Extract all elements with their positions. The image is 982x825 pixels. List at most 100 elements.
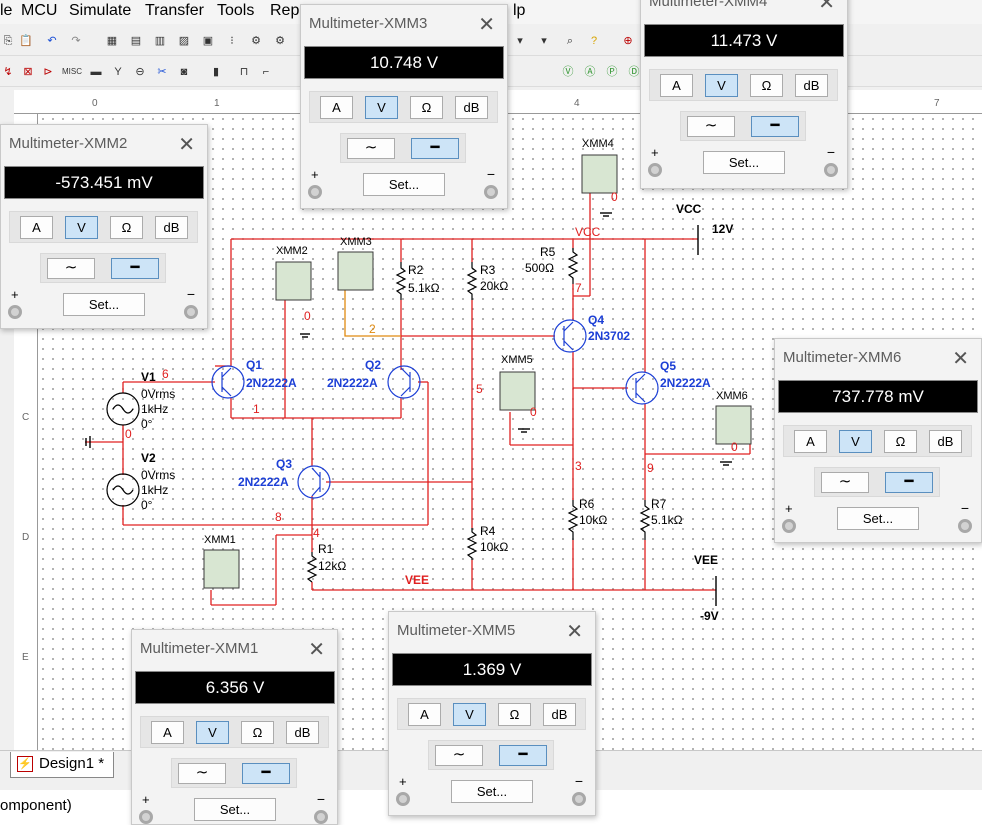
multimeter-window-xmm6: Multimeter-XMM6 ✕ 737.778 mV A V Ω dB ∼ … xyxy=(774,338,982,543)
label-xmm6: XMM6 xyxy=(716,390,748,402)
terminal-minus[interactable] xyxy=(184,305,198,319)
label-v1-a: 0Vrms xyxy=(141,387,175,401)
db-button[interactable]: dB xyxy=(155,216,188,239)
ac-wave-icon[interactable]: ∼ xyxy=(821,472,869,493)
design-tab[interactable]: ⚡ Design1 * xyxy=(10,752,114,778)
ohmmeter-button[interactable]: Ω xyxy=(110,216,143,239)
ammeter-button[interactable]: A xyxy=(660,74,693,97)
set-button[interactable]: Set... xyxy=(837,507,919,530)
voltmeter-button[interactable]: V xyxy=(705,74,738,97)
meter-display: 11.473 V xyxy=(644,24,844,57)
net-0-xmm6: 0 xyxy=(731,440,738,454)
label-q1-model: 2N2222A xyxy=(246,376,297,390)
mode-button-group: A V Ω dB xyxy=(783,425,972,457)
signal-mode-group: ∼ ━ xyxy=(171,758,297,788)
terminal-plus[interactable] xyxy=(139,810,153,824)
design-icon: ⚡ xyxy=(17,756,33,772)
ammeter-button[interactable]: A xyxy=(320,96,353,119)
ohmmeter-button[interactable]: Ω xyxy=(884,430,917,453)
label-r1: R1 xyxy=(318,542,334,556)
net-7: 7 xyxy=(575,281,582,295)
label-r5: R5 xyxy=(540,245,556,259)
db-button[interactable]: dB xyxy=(286,721,319,744)
ammeter-button[interactable]: A xyxy=(151,721,184,744)
ac-wave-icon[interactable]: ∼ xyxy=(687,116,735,137)
terminal-minus[interactable] xyxy=(824,163,838,177)
close-icon[interactable]: ✕ xyxy=(308,637,325,662)
voltmeter-button[interactable]: V xyxy=(65,216,98,239)
set-button[interactable]: Set... xyxy=(451,780,533,803)
net-vee: VEE xyxy=(405,573,429,587)
window-title: Multimeter-XMM4 xyxy=(649,0,768,10)
minus-terminal-icon: − xyxy=(316,791,325,807)
ac-wave-icon[interactable]: ∼ xyxy=(347,138,395,159)
label-r3-val: 20kΩ xyxy=(480,279,508,293)
ammeter-button[interactable]: A xyxy=(20,216,53,239)
label-q2: Q2 xyxy=(365,358,381,372)
db-button[interactable]: dB xyxy=(795,74,828,97)
net-6: 6 xyxy=(162,367,169,381)
label-v1-c: 0° xyxy=(141,417,153,431)
ac-wave-icon[interactable]: ∼ xyxy=(178,763,226,784)
terminal-minus[interactable] xyxy=(484,185,498,199)
close-icon[interactable]: ✕ xyxy=(566,619,583,644)
label-xmm2: XMM2 xyxy=(276,245,308,257)
dc-line-icon[interactable]: ━ xyxy=(499,745,547,766)
label-v2-b: 1kHz xyxy=(141,483,168,497)
ohmmeter-button[interactable]: Ω xyxy=(498,703,531,726)
label-v1: V1 xyxy=(141,370,156,384)
ohmmeter-button[interactable]: Ω xyxy=(241,721,274,744)
signal-mode-group: ∼ ━ xyxy=(428,740,554,770)
dc-line-icon[interactable]: ━ xyxy=(111,258,159,279)
voltmeter-button[interactable]: V xyxy=(839,430,872,453)
net-0-xmm5: 0 xyxy=(530,405,537,419)
dc-line-icon[interactable]: ━ xyxy=(411,138,459,159)
db-button[interactable]: dB xyxy=(455,96,488,119)
net-4: 4 xyxy=(313,526,320,540)
plus-terminal-icon: + xyxy=(311,167,319,182)
terminal-plus[interactable] xyxy=(8,305,22,319)
net-0-source: 0 xyxy=(125,427,132,441)
terminal-minus[interactable] xyxy=(572,792,586,806)
set-button[interactable]: Set... xyxy=(703,151,785,174)
net-vcc: VCC xyxy=(575,225,601,239)
close-icon[interactable]: ✕ xyxy=(952,346,969,371)
multimeter-window-xmm4: Multimeter-XMM4 ✕ 11.473 V A V Ω dB ∼ ━ … xyxy=(640,0,848,189)
minus-terminal-icon: − xyxy=(826,144,835,160)
ammeter-button[interactable]: A xyxy=(794,430,827,453)
ac-wave-icon[interactable]: ∼ xyxy=(47,258,95,279)
label-r7-val: 5.1kΩ xyxy=(651,513,683,527)
ohmmeter-button[interactable]: Ω xyxy=(410,96,443,119)
db-button[interactable]: dB xyxy=(929,430,962,453)
terminal-plus[interactable] xyxy=(648,163,662,177)
ohmmeter-button[interactable]: Ω xyxy=(750,74,783,97)
dc-line-icon[interactable]: ━ xyxy=(242,763,290,784)
voltmeter-button[interactable]: V xyxy=(365,96,398,119)
dc-line-icon[interactable]: ━ xyxy=(751,116,799,137)
close-icon[interactable]: ✕ xyxy=(478,12,495,37)
meter-display: -573.451 mV xyxy=(4,166,204,199)
terminal-plus[interactable] xyxy=(308,185,322,199)
terminal-minus[interactable] xyxy=(314,810,328,824)
close-icon[interactable]: ✕ xyxy=(178,132,195,157)
ac-wave-icon[interactable]: ∼ xyxy=(435,745,483,766)
label-q3: Q3 xyxy=(276,457,292,471)
label-r3: R3 xyxy=(480,263,496,277)
plus-terminal-icon: + xyxy=(399,774,407,789)
ammeter-button[interactable]: A xyxy=(408,703,441,726)
label-vee: VEE xyxy=(694,553,718,567)
terminal-plus[interactable] xyxy=(782,519,796,533)
label-q4-model: 2N3702 xyxy=(588,329,630,343)
dc-line-icon[interactable]: ━ xyxy=(885,472,933,493)
terminal-plus[interactable] xyxy=(396,792,410,806)
set-button[interactable]: Set... xyxy=(194,798,276,821)
window-title: Multimeter-XMM2 xyxy=(9,135,128,152)
terminal-minus[interactable] xyxy=(958,519,972,533)
set-button[interactable]: Set... xyxy=(363,173,445,196)
set-button[interactable]: Set... xyxy=(63,293,145,316)
db-button[interactable]: dB xyxy=(543,703,576,726)
meter-display: 737.778 mV xyxy=(778,380,978,413)
voltmeter-button[interactable]: V xyxy=(453,703,486,726)
close-icon[interactable]: ✕ xyxy=(818,0,835,15)
voltmeter-button[interactable]: V xyxy=(196,721,229,744)
